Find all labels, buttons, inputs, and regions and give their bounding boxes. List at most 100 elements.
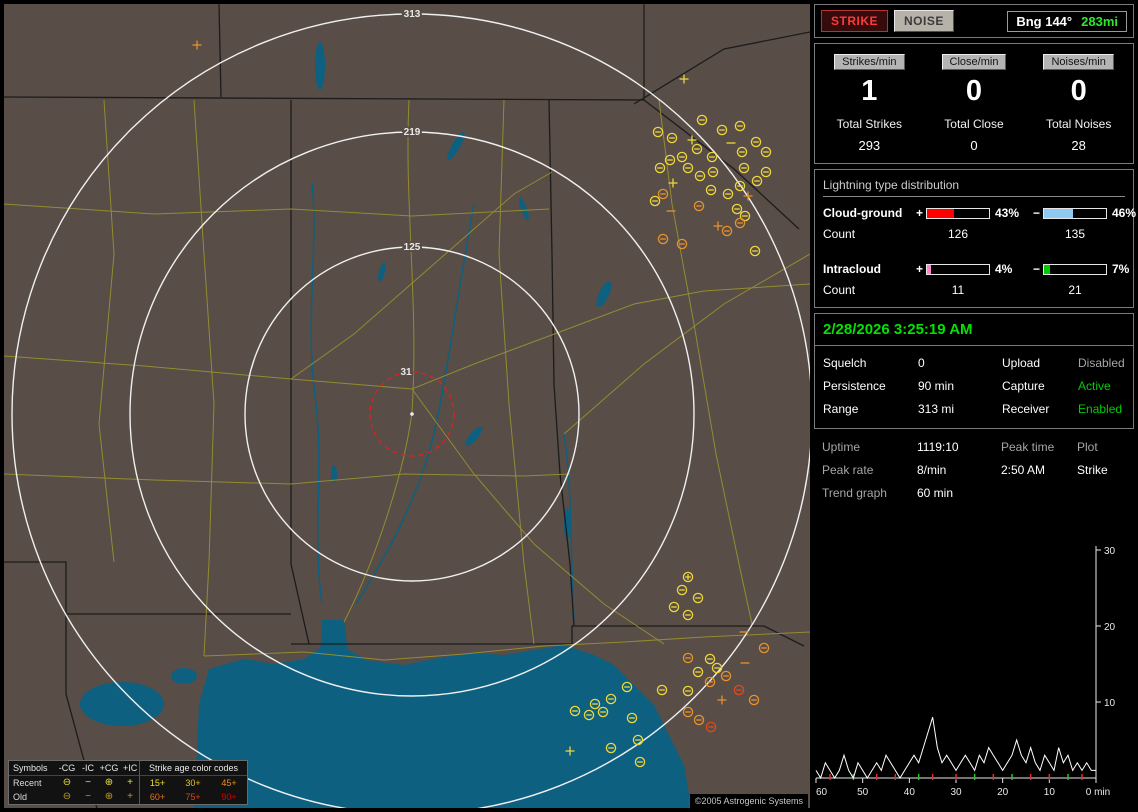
legend-age-header: Strike age color codes (139, 761, 247, 775)
datetime-display: 2/28/2026 3:25:19 AM (815, 314, 1133, 346)
distribution-panel: Lightning type distribution Cloud-ground… (814, 169, 1136, 308)
cloud-ground-label: Cloud-ground (823, 206, 903, 220)
bearing-value: Bng 144° (1016, 13, 1073, 29)
range-label: Range (823, 402, 859, 416)
ic-plus-bar (926, 263, 990, 275)
map-legend: Symbols -CG -IC +CG +IC Strike age color… (8, 760, 248, 805)
ic-plus-percent: 4% (995, 262, 1013, 276)
distribution-title: Lightning type distribution (823, 178, 1125, 197)
ic-count-label: Count (823, 283, 856, 297)
legend-symbols-header: Symbols (13, 763, 48, 773)
total-noises-label: Total Noises (1045, 117, 1112, 131)
ring-label-219: 219 (404, 127, 421, 138)
copyright-text: ©2005 Astrogenic Systems (689, 794, 808, 808)
noises-rate-column: Noises/min 0 Total Noises 28 (1026, 54, 1131, 153)
age-45-label: 45+ (211, 775, 247, 790)
receiver-label: Receiver (1002, 402, 1050, 416)
legend-col-pos-ic: +IC (123, 763, 138, 773)
minus-sign: − (1032, 262, 1040, 276)
plot-label: Plot (1077, 440, 1098, 454)
cg-count-label: Count (823, 227, 856, 241)
peak-rate-label: Peak rate (822, 463, 874, 477)
ring-label-125: 125 (404, 242, 421, 253)
map-canvas[interactable]: 313 219 125 31 (4, 4, 810, 808)
svg-text:30: 30 (950, 787, 962, 798)
ring-label-313: 313 (404, 9, 421, 20)
recent-pos-ic-icon: + (121, 775, 139, 790)
svg-text:10: 10 (1044, 787, 1056, 798)
plot-value: Strike (1077, 463, 1108, 477)
status-panel: 2/28/2026 3:25:19 AM Squelch 0 Upload Di… (814, 313, 1134, 429)
ring-label-31: 31 (400, 367, 412, 378)
total-strikes-value: 293 (858, 138, 881, 153)
strike-mode-button[interactable]: STRIKE (821, 10, 889, 32)
age-75-label: 75+ (185, 792, 201, 802)
total-strikes-label: Total Strikes (836, 117, 902, 131)
recent-pos-cg-icon: ⊕ (97, 775, 121, 790)
svg-text:40: 40 (904, 787, 916, 798)
cg-minus-percent: 46% (1112, 206, 1137, 220)
lightning-map[interactable]: 313 219 125 31 Symbols -CG -IC +CG +IC S… (4, 4, 810, 808)
noise-mode-button[interactable]: NOISE (894, 10, 954, 32)
persistence-value: 90 min (918, 379, 955, 393)
noises-per-min-value: 0 (1070, 75, 1087, 107)
recent-neg-ic-icon: − (79, 775, 97, 790)
svg-text:0 min: 0 min (1086, 787, 1110, 798)
ic-plus-count: 11 (951, 283, 965, 297)
capture-label: Capture (1002, 379, 1045, 393)
upload-label: Upload (1002, 356, 1041, 370)
peak-rate-value: 8/min (917, 463, 947, 477)
bearing-range-value: 283mi (1081, 13, 1118, 29)
svg-text:60: 60 (816, 787, 828, 798)
old-neg-cg-icon: ⊖ (62, 791, 72, 802)
trend-chart: 10 20 30 60 50 40 30 20 10 0 min (815, 546, 1116, 798)
cg-plus-count: 126 (947, 227, 969, 241)
close-per-min-label: Close/min (941, 54, 1007, 70)
info-grid: Uptime 1119:10 Peak time Plot Peak rate … (814, 434, 1134, 506)
intracloud-label: Intracloud (823, 262, 882, 276)
age-60-label: 60+ (139, 790, 175, 804)
plus-sign: + (915, 206, 923, 220)
trend-graph-label: Trend graph (822, 486, 887, 500)
peak-time-value: 2:50 AM (1001, 463, 1046, 477)
receiver-location-marker (410, 412, 414, 416)
cg-plus-percent: 43% (995, 206, 1020, 220)
ic-minus-percent: 7% (1112, 262, 1130, 276)
cg-minus-count: 135 (1064, 227, 1086, 241)
recent-neg-cg-icon: ⊖ (55, 775, 79, 790)
uptime-label: Uptime (822, 440, 861, 454)
strikes-rate-column: Strikes/min 1 Total Strikes 293 (817, 54, 922, 153)
capture-status: Active (1078, 379, 1111, 393)
ic-minus-count: 21 (1068, 283, 1082, 297)
minus-sign: − (1032, 206, 1040, 220)
cg-plus-bar (926, 207, 990, 219)
persistence-label: Persistence (823, 379, 886, 393)
range-value: 313 mi (918, 402, 955, 416)
total-close-value: 0 (970, 138, 978, 153)
trend-chart-container: 10 20 30 60 50 40 30 20 10 0 min (814, 511, 1134, 808)
age-15-label: 15+ (139, 775, 175, 790)
ic-minus-bar (1043, 263, 1107, 275)
trend-graph-value[interactable]: 60 min (917, 486, 1001, 500)
strikes-per-min-label: Strikes/min (834, 54, 905, 70)
legend-old-label: Old (13, 792, 28, 802)
svg-text:50: 50 (857, 787, 869, 798)
plus-sign: + (915, 262, 923, 276)
old-pos-ic-icon: + (127, 791, 133, 802)
receiver-status: Enabled (1078, 402, 1123, 416)
squelch-label: Squelch (823, 356, 867, 370)
squelch-value: 0 (918, 356, 925, 370)
svg-text:10: 10 (1104, 698, 1116, 709)
uptime-value: 1119:10 (917, 440, 959, 454)
svg-text:30: 30 (1104, 546, 1116, 557)
upload-status: Disabled (1078, 356, 1125, 370)
noises-per-min-label: Noises/min (1043, 54, 1114, 70)
legend-recent-label: Recent (9, 775, 55, 790)
sidebar: STRIKE NOISE Bng 144° 283mi Strikes/min … (814, 4, 1136, 808)
svg-text:20: 20 (997, 787, 1009, 798)
legend-col-pos-cg: +CG (99, 763, 119, 773)
strikes-per-min-value: 1 (861, 75, 878, 107)
close-rate-column: Close/min 0 Total Close 0 (922, 54, 1027, 153)
old-neg-ic-icon: − (85, 791, 91, 802)
age-90-label: 90+ (221, 792, 237, 802)
